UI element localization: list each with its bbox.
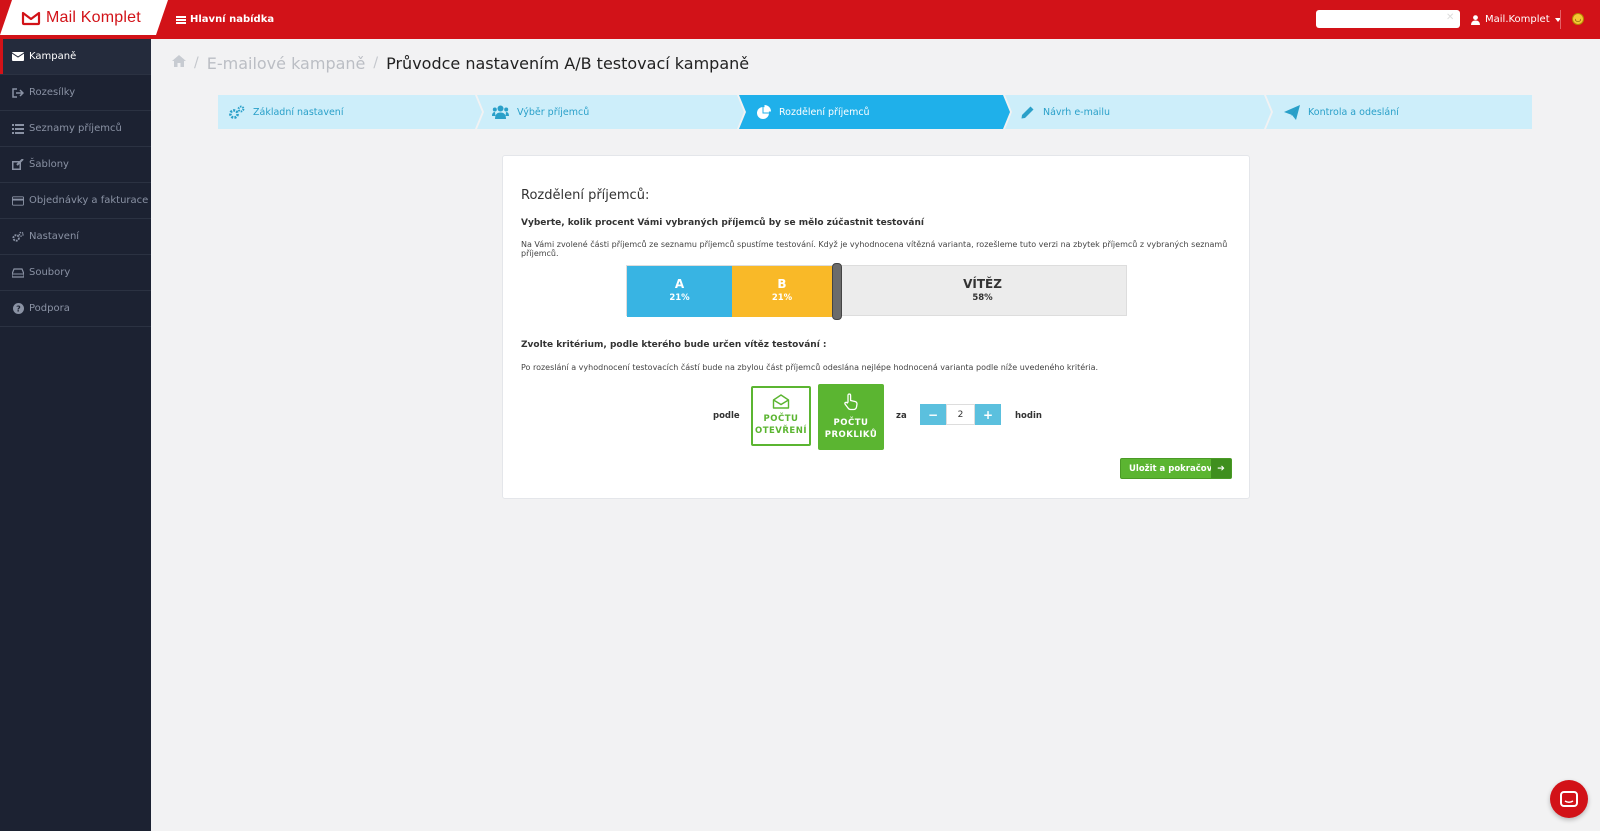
- hdd-icon: [12, 267, 24, 279]
- svg-text:?: ?: [16, 305, 21, 314]
- logo[interactable]: Mail Komplet: [0, 0, 168, 35]
- split-card: Rozdělení příjemců: Vyberte, kolik proce…: [502, 155, 1250, 499]
- gears-icon: [12, 231, 24, 243]
- sidebar-item-nastaveni[interactable]: Nastavení: [0, 219, 151, 255]
- winner-segment: VÍTĚZ 58%: [837, 266, 1128, 317]
- wizard-step-label: Návrh e-mailu: [1043, 106, 1110, 118]
- main-menu-button[interactable]: Hlavní nabídka: [176, 0, 274, 39]
- criterion-opens-line1: POČTU: [763, 414, 799, 424]
- variant-a-segment: A 21%: [627, 266, 732, 317]
- criterion-opens-option[interactable]: POČTU OTEVŘENÍ: [751, 386, 811, 446]
- sidebar-item-sablony[interactable]: Šablony: [0, 147, 151, 183]
- sidebar-item-label: Seznamy příjemců: [29, 123, 122, 134]
- hours-unit-label: hodin: [1015, 411, 1042, 421]
- home-icon[interactable]: [172, 55, 186, 71]
- hours-input[interactable]: [946, 404, 975, 425]
- card-title: Rozdělení příjemců:: [521, 188, 650, 203]
- criterion-question: Zvolte kritérium, podle kterého bude urč…: [521, 340, 827, 350]
- main-menu-label: Hlavní nabídka: [190, 14, 275, 25]
- variant-b-percent: 21%: [771, 293, 793, 303]
- variant-a-label: A: [674, 277, 685, 291]
- split-description: Na Vámi zvolené části příjemců ze seznam…: [521, 240, 1228, 258]
- sidebar-item-podpora[interactable]: ? Podpora: [0, 291, 151, 327]
- top-bar: Mail Komplet Hlavní nabídka ✕ Mail.Kompl…: [0, 0, 1600, 39]
- split-question: Vyberte, kolik procent Vámi vybraných př…: [521, 218, 924, 228]
- edit-icon: [12, 159, 24, 171]
- wizard-steps: Základní nastavení Výběr příjemců Rozděl…: [218, 95, 1532, 129]
- gears-icon: [229, 105, 245, 119]
- wizard-step-recipient-split[interactable]: Rozdělení příjemců: [756, 95, 870, 129]
- breadcrumb-separator: /: [194, 55, 199, 71]
- sidebar-item-rozesilky[interactable]: Rozesílky: [0, 75, 151, 111]
- page-title: Průvodce nastavením A/B testovací kampan…: [386, 53, 750, 73]
- winner-percent: 58%: [972, 293, 993, 303]
- sidebar-item-label: Šablony: [29, 159, 69, 170]
- chat-icon: [1560, 791, 1578, 807]
- sidebar-item-label: Kampaně: [29, 51, 77, 62]
- sidebar-item-label: Nastavení: [29, 231, 80, 242]
- mail-logo-icon: [21, 11, 41, 25]
- chat-launcher-button[interactable]: [1550, 780, 1588, 818]
- logo-text: Mail Komplet: [46, 8, 141, 26]
- save-continue-label: Uložit a pokračovat: [1129, 463, 1222, 474]
- variant-b-segment: B 21%: [732, 266, 832, 317]
- decrement-button[interactable]: −: [920, 404, 946, 425]
- pie-chart-icon: [757, 104, 771, 119]
- user-name: Mail.Komplet: [1485, 14, 1550, 25]
- arrow-right-icon: ➔: [1211, 459, 1231, 478]
- hand-pointer-icon: [844, 393, 858, 411]
- credit-card-icon: [12, 195, 24, 207]
- question-circle-icon: ?: [12, 303, 24, 315]
- criterion-label: podle: [713, 411, 740, 421]
- user-menu[interactable]: Mail.Komplet: [1471, 0, 1561, 39]
- criterion-clicks-line2: PROKLIKŮ: [824, 430, 878, 440]
- sidebar-item-soubory[interactable]: Soubory: [0, 255, 151, 291]
- variant-b-label: B: [777, 277, 787, 291]
- hamburger-icon: [176, 15, 186, 24]
- wizard-step-review-send[interactable]: Kontrola a odeslání: [1284, 95, 1399, 129]
- pencil-icon: [1021, 106, 1034, 118]
- increment-button[interactable]: +: [975, 404, 1001, 425]
- clear-search-icon[interactable]: ✕: [1446, 12, 1454, 23]
- sidebar-item-label: Soubory: [29, 267, 71, 278]
- wizard-step-label: Základní nastavení: [253, 106, 344, 118]
- wizard-step-label: Rozdělení příjemců: [779, 106, 870, 118]
- breadcrumb-link[interactable]: E-mailové kampaně: [207, 54, 366, 73]
- sidebar-item-label: Objednávky a fakturace: [29, 195, 149, 206]
- wizard-step-label: Kontrola a odeslání: [1308, 106, 1399, 118]
- winner-label: VÍTĚZ: [963, 277, 1002, 291]
- variant-a-percent: 21%: [669, 293, 690, 303]
- criterion-opens-line2: OTEVŘENÍ: [754, 426, 808, 436]
- search-input[interactable]: [1316, 10, 1460, 28]
- smiley-icon[interactable]: ◡: [1572, 13, 1584, 25]
- list-icon: [12, 123, 24, 135]
- sidebar: Kampaně Rozesílky Seznamy příjemců Šablo…: [0, 39, 151, 831]
- sign-out-icon: [12, 87, 24, 99]
- wizard-step-email-design[interactable]: Návrh e-mailu: [1020, 95, 1110, 129]
- split-slider[interactable]: A 21% B 21% VÍTĚZ 58%: [626, 263, 1128, 320]
- sidebar-item-label: Rozesílky: [29, 87, 76, 98]
- sidebar-item-label: Podpora: [29, 303, 70, 314]
- users-icon: [492, 105, 509, 119]
- criterion-description: Po rozeslání a vyhodnocení testovacích č…: [521, 363, 1099, 372]
- breadcrumb-separator: /: [373, 55, 379, 71]
- wizard-step-label: Výběr příjemců: [517, 106, 590, 118]
- sidebar-item-seznamy-prijemcu[interactable]: Seznamy příjemců: [0, 111, 151, 147]
- envelope-open-icon: [772, 394, 790, 409]
- criterion-clicks-line1: POČTU: [833, 418, 869, 428]
- criterion-clicks-option[interactable]: POČTU PROKLIKŮ: [818, 384, 884, 450]
- split-drag-handle[interactable]: [832, 263, 842, 320]
- divider: [1560, 10, 1561, 29]
- sidebar-item-kampane[interactable]: Kampaně: [0, 39, 151, 75]
- wizard-step-recipients[interactable]: Výběr příjemců: [492, 95, 589, 129]
- user-icon: [1471, 14, 1480, 25]
- save-continue-button[interactable]: Uložit a pokračovat ➔: [1120, 458, 1232, 479]
- breadcrumb: / E-mailové kampaně / Průvodce nastavení…: [172, 50, 749, 76]
- sidebar-item-objednavky[interactable]: Objednávky a fakturace: [0, 183, 151, 219]
- envelope-icon: [12, 51, 24, 63]
- duration-label: za: [896, 411, 907, 421]
- wizard-step-basic-settings[interactable]: Základní nastavení: [228, 95, 343, 129]
- paper-plane-icon: [1284, 104, 1300, 120]
- hours-stepper: − +: [920, 404, 1001, 425]
